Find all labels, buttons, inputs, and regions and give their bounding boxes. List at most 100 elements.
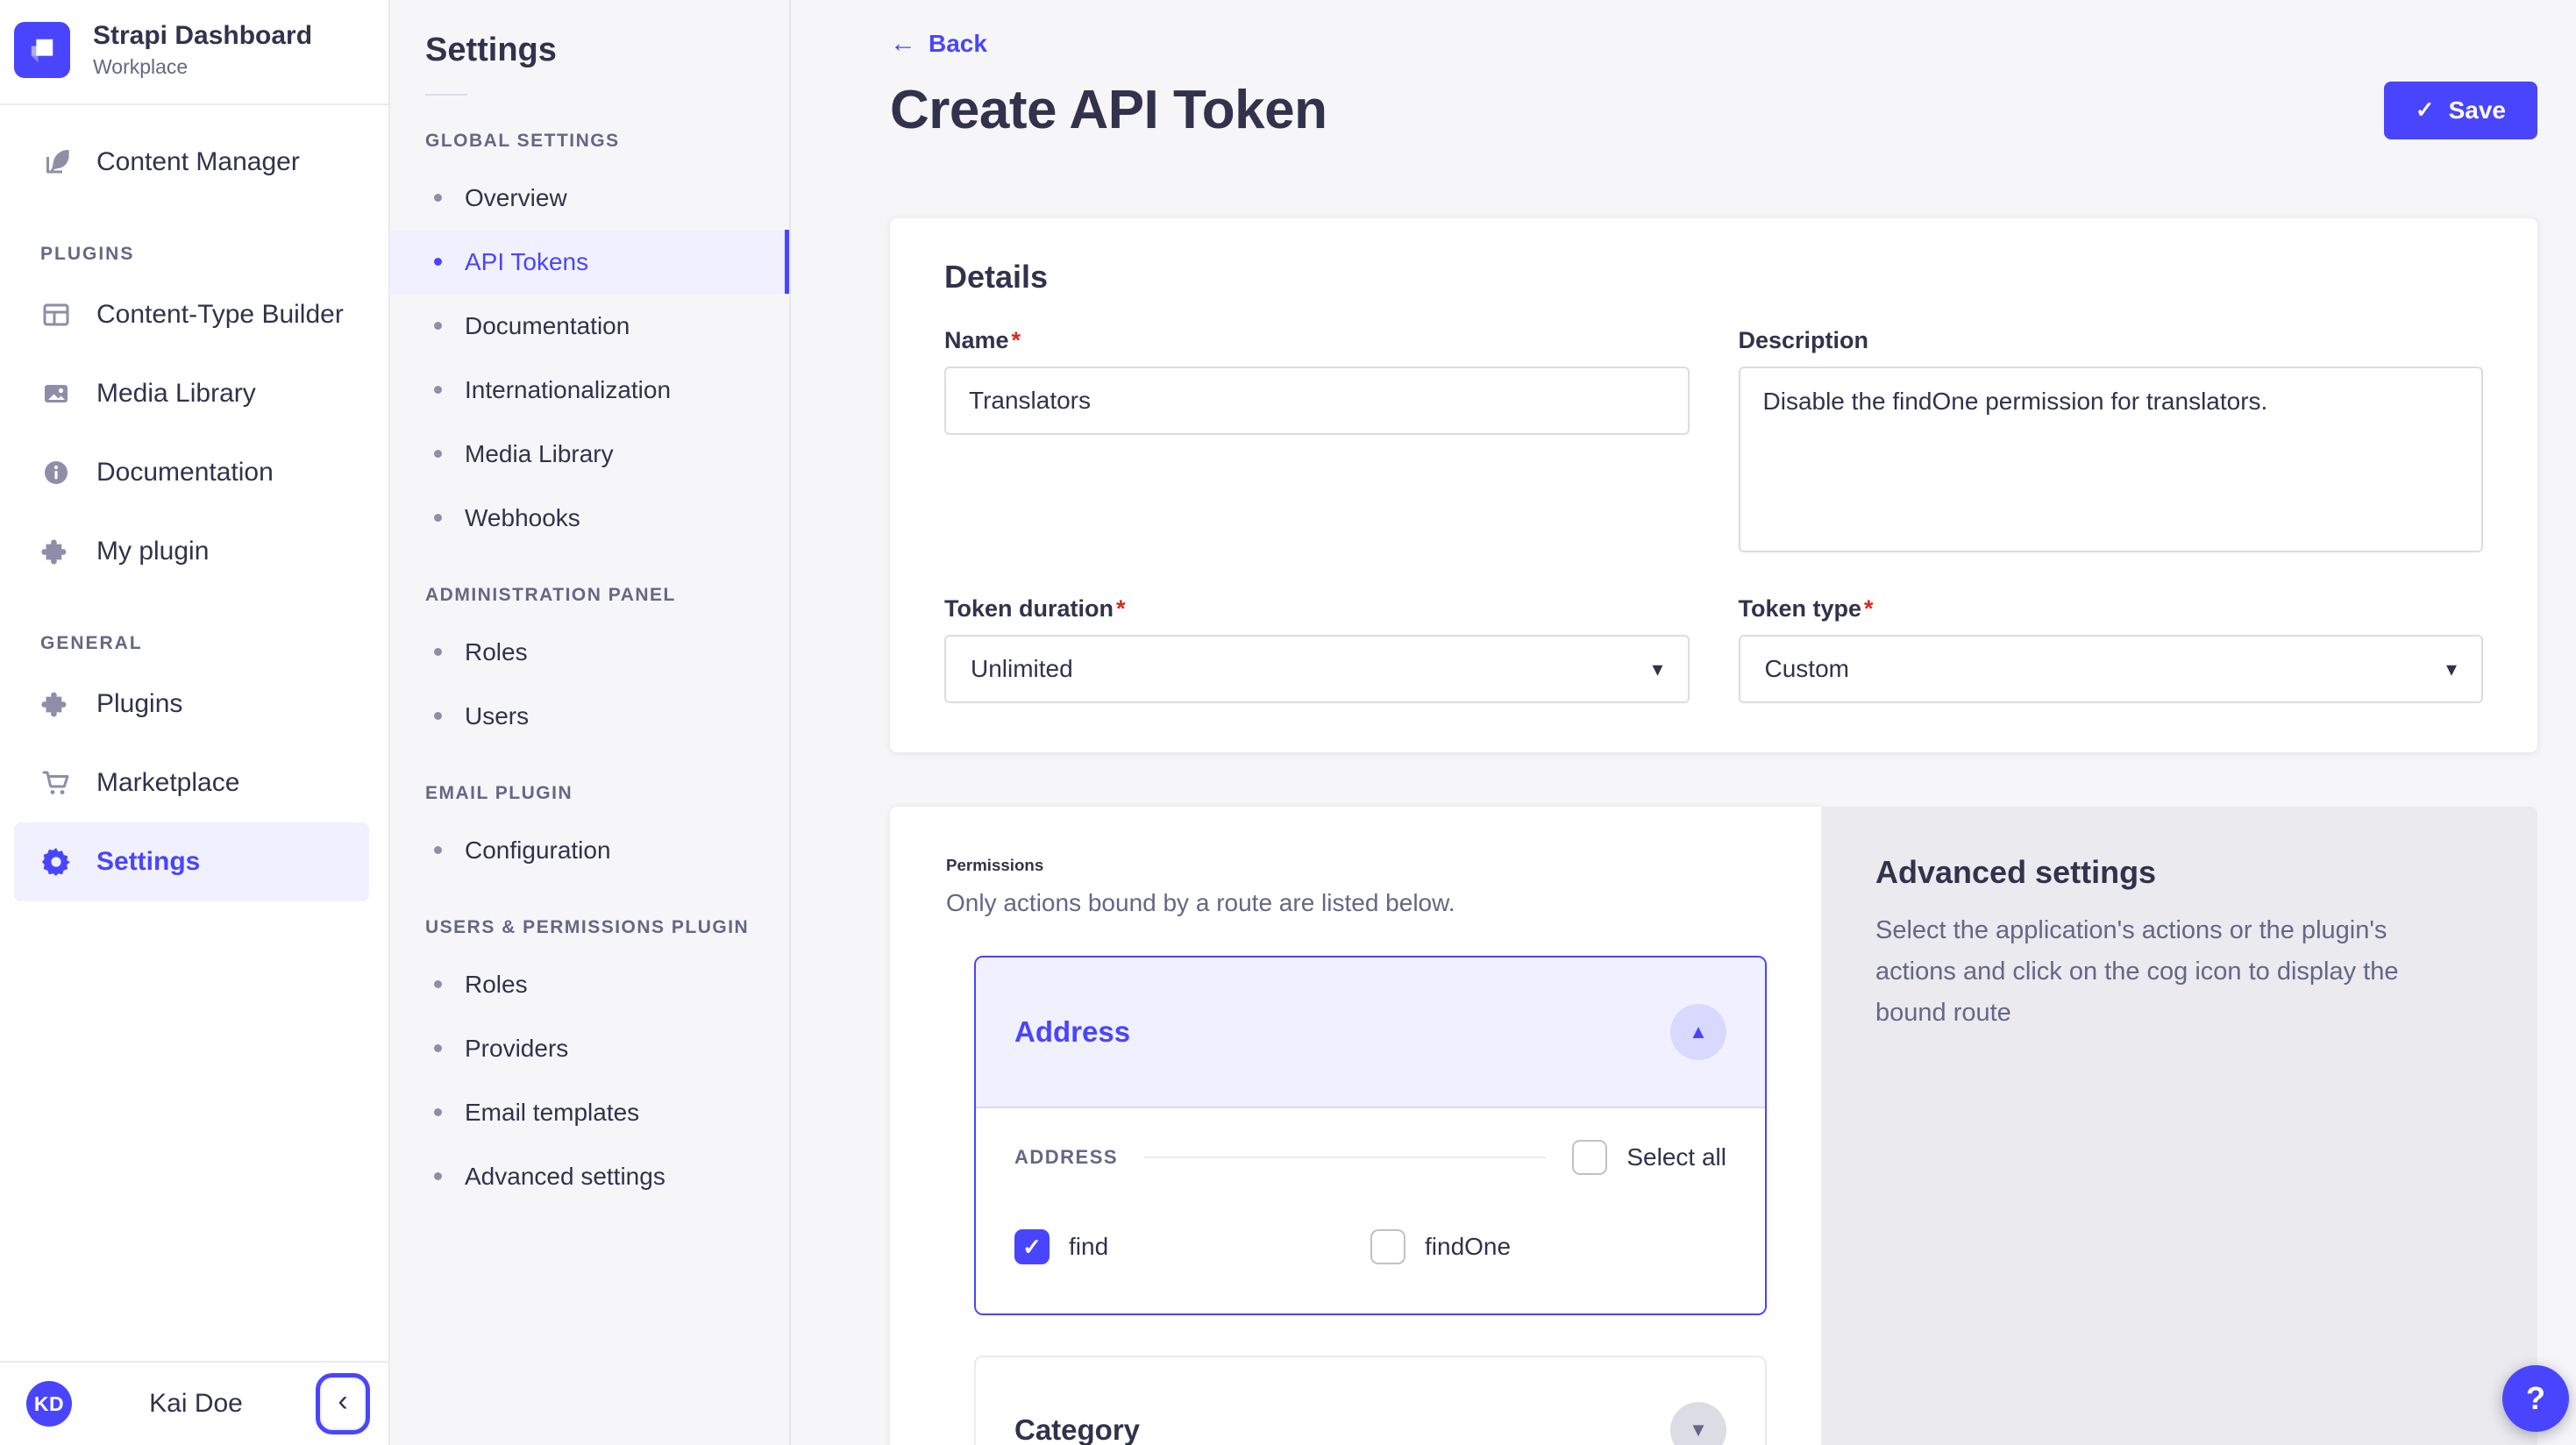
find-checkbox[interactable]: ✓ — [1014, 1229, 1050, 1264]
page-title: Create API Token — [890, 79, 1327, 141]
category-accordion-title: Category — [1014, 1413, 1140, 1445]
sidebar-footer: KD Kai Doe ‹ — [0, 1361, 388, 1445]
collapse-sidebar-button[interactable]: ‹ — [320, 1377, 366, 1430]
subnav-item-label: Users — [465, 702, 529, 730]
divider-line — [1144, 1157, 1546, 1158]
name-input[interactable] — [944, 367, 1690, 435]
expand-accordion-button[interactable]: ▼ — [1670, 1402, 1726, 1445]
subnav-section-users-permissions-plugin: USERS & PERMISSIONS PLUGIN — [425, 917, 789, 938]
findone-checkbox[interactable] — [1370, 1229, 1405, 1264]
token-type-select[interactable]: Custom ▾ — [1739, 635, 2484, 703]
bullet-icon — [434, 1108, 442, 1116]
category-accordion-header[interactable]: Category ▼ — [976, 1357, 1765, 1445]
subnav-title: Settings — [425, 32, 789, 69]
subnav-item-email-templates[interactable]: Email templates — [390, 1080, 789, 1144]
description-field: Description Disable the findOne permissi… — [1739, 327, 2484, 557]
subnav-item-label: API Tokens — [465, 248, 588, 276]
subnav-item-overview[interactable]: Overview — [390, 166, 789, 230]
subnav-item-webhooks[interactable]: Webhooks — [390, 486, 789, 550]
token-type-value: Custom — [1765, 655, 1849, 683]
bullet-icon — [434, 648, 442, 656]
sidebar-item-label: Settings — [96, 847, 200, 877]
collapse-accordion-button[interactable]: ▲ — [1670, 1004, 1726, 1060]
subnav-item-admin-roles[interactable]: Roles — [390, 620, 789, 684]
shopping-cart-icon — [40, 767, 72, 799]
select-all-checkbox[interactable] — [1572, 1140, 1607, 1175]
select-all-label: Select all — [1626, 1143, 1726, 1171]
description-textarea[interactable]: Disable the findOne permission for trans… — [1739, 367, 2484, 552]
caret-up-icon: ▲ — [1689, 1021, 1708, 1043]
address-accordion-header[interactable]: Address ▲ — [976, 957, 1765, 1108]
subnav-item-admin-users[interactable]: Users — [390, 684, 789, 748]
subnav-item-advanced-settings[interactable]: Advanced settings — [390, 1144, 789, 1208]
main-content: ← Back Create API Token ✓ Save Details N… — [791, 0, 2576, 1445]
permissions-card: Permissions Only actions bound by a rout… — [890, 807, 1821, 1445]
workspace-brand: Strapi Dashboard Workplace — [0, 0, 388, 105]
avatar: KD — [26, 1381, 72, 1427]
subnav-item-documentation[interactable]: Documentation — [390, 294, 789, 358]
subnav-item-providers[interactable]: Providers — [390, 1016, 789, 1080]
token-duration-label: Token duration — [944, 595, 1114, 622]
required-asterisk: * — [1864, 595, 1874, 622]
sidebar-section-general: GENERAL — [40, 633, 369, 654]
subnav-item-label: Internationalization — [465, 376, 671, 404]
bullet-icon — [434, 980, 442, 988]
sidebar-item-label: Documentation — [96, 458, 274, 488]
subnav-item-up-roles[interactable]: Roles — [390, 952, 789, 1016]
bullet-icon — [434, 514, 442, 522]
sidebar-item-documentation[interactable]: Documentation — [14, 433, 369, 512]
check-icon: ✓ — [1022, 1234, 1042, 1261]
back-link-label: Back — [929, 30, 987, 58]
sidebar-item-plugins[interactable]: Plugins — [14, 665, 369, 744]
strapi-logo[interactable] — [14, 22, 70, 78]
advanced-settings-panel: Advanced settings Select the application… — [1821, 807, 2537, 1445]
bullet-icon — [434, 712, 442, 720]
sidebar-item-content-type-builder[interactable]: Content-Type Builder — [14, 275, 369, 354]
sidebar-item-label: Media Library — [96, 379, 256, 409]
subnav-item-configuration[interactable]: Configuration — [390, 818, 789, 882]
subnav-section-global-settings: GLOBAL SETTINGS — [425, 131, 789, 152]
settings-subnav: Settings GLOBAL SETTINGS Overview API To… — [390, 0, 791, 1445]
sidebar-item-media-library[interactable]: Media Library — [14, 354, 369, 433]
subnav-item-label: Configuration — [465, 836, 611, 865]
subnav-item-label: Media Library — [465, 440, 614, 468]
findone-label: findOne — [1425, 1233, 1511, 1261]
token-duration-value: Unlimited — [971, 655, 1073, 683]
sidebar-item-settings[interactable]: Settings — [14, 822, 369, 901]
subnav-item-internationalization[interactable]: Internationalization — [390, 358, 789, 422]
feather-pen-icon — [40, 146, 72, 178]
save-button[interactable]: ✓ Save — [2384, 82, 2537, 139]
sidebar-item-marketplace[interactable]: Marketplace — [14, 744, 369, 822]
subnav-item-label: Providers — [465, 1035, 568, 1063]
details-card: Details Name* Description Disable the fi… — [890, 218, 2537, 752]
back-arrow-icon: ← — [890, 31, 916, 57]
token-type-field: Token type* Custom ▾ — [1739, 595, 2484, 703]
sidebar-item-my-plugin[interactable]: My plugin — [14, 512, 369, 591]
gear-icon — [40, 846, 72, 878]
back-link[interactable]: ← Back — [890, 30, 987, 58]
required-asterisk: * — [1116, 595, 1126, 622]
bullet-icon — [434, 450, 442, 458]
subnav-item-api-tokens[interactable]: API Tokens — [390, 230, 789, 294]
sidebar-item-content-manager[interactable]: Content Manager — [14, 123, 369, 202]
bullet-icon — [434, 194, 442, 202]
details-heading: Details — [944, 259, 2483, 295]
permissions-subtitle: Only actions bound by a route are listed… — [946, 889, 1781, 917]
sidebar-item-label: My plugin — [96, 537, 209, 566]
workspace-title: Strapi Dashboard — [93, 21, 312, 51]
sidebar-item-label: Plugins — [96, 689, 182, 719]
find-label: find — [1069, 1233, 1108, 1261]
chevron-down-icon: ▾ — [2446, 657, 2457, 682]
token-duration-select[interactable]: Unlimited ▾ — [944, 635, 1690, 703]
chevron-down-icon: ▾ — [1652, 657, 1662, 682]
advanced-settings-heading: Advanced settings — [1875, 854, 2483, 891]
bullet-icon — [434, 1172, 442, 1180]
sidebar-item-label: Marketplace — [96, 768, 239, 798]
save-button-label: Save — [2449, 96, 2506, 125]
category-accordion: Category ▼ — [974, 1356, 1767, 1445]
address-accordion-title: Address — [1014, 1015, 1130, 1049]
bullet-icon — [434, 386, 442, 394]
subnav-item-media-library[interactable]: Media Library — [390, 422, 789, 486]
sidebar-item-label: Content-Type Builder — [96, 300, 344, 330]
help-button[interactable]: ? — [2502, 1365, 2569, 1432]
